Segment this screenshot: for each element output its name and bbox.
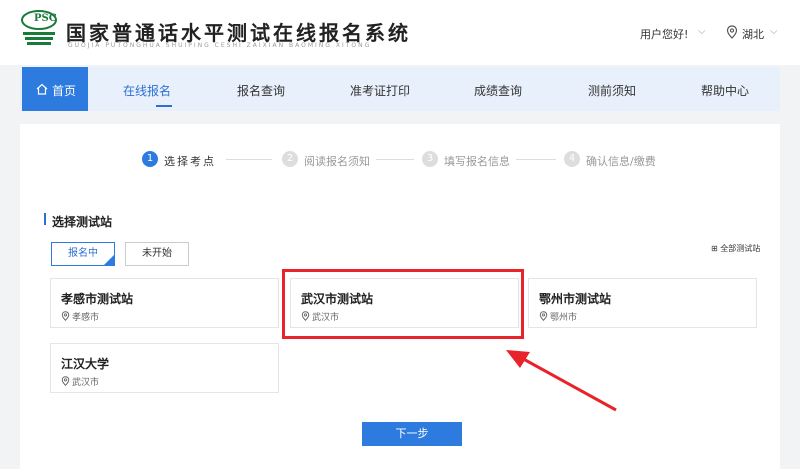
- user-greeting[interactable]: 用户您好!: [640, 26, 688, 42]
- step-2-number: 2: [282, 151, 298, 167]
- nav-online-registration[interactable]: 在线报名: [123, 82, 171, 99]
- nav-admission-ticket-print[interactable]: 准考证打印: [350, 82, 410, 99]
- step-4-label: 确认信息/缴费: [586, 155, 656, 168]
- main-nav: 首页 在线报名 报名查询 准考证打印 成绩查询 测前须知 帮助中心: [20, 67, 780, 111]
- logo-text: PSC: [34, 13, 57, 24]
- location-pin-icon: [539, 311, 548, 321]
- step-connector: [376, 159, 414, 160]
- nav-registration-query[interactable]: 报名查询: [237, 82, 285, 99]
- nav-home[interactable]: 首页: [22, 67, 88, 111]
- chevron-down-icon[interactable]: ⌵: [770, 26, 778, 37]
- psc-logo[interactable]: PSC: [20, 10, 58, 50]
- step-1-number: 1: [142, 151, 158, 167]
- step-2-label: 阅读报名须知: [304, 155, 370, 168]
- site-name: 鄂州市测试站: [539, 292, 612, 306]
- site-card-xiaogan[interactable]: 孝感市测试站 孝感市: [50, 278, 279, 328]
- filter-not-started-button[interactable]: 未开始: [125, 242, 189, 266]
- nav-home-label: 首页: [52, 84, 77, 98]
- section-accent-bar: [44, 213, 46, 225]
- site-subtitle: GUOJIA PUTONGHUA SHUIPING CESHI ZAIXIAN …: [68, 42, 372, 49]
- filter-registering-button[interactable]: 报名中: [51, 242, 115, 266]
- site-name: 孝感市测试站: [61, 292, 134, 306]
- site-city: 武汉市: [72, 378, 100, 388]
- site-card-jianghan-university[interactable]: 江汉大学 武汉市: [50, 343, 279, 393]
- step-1-label: 选择考点: [164, 155, 216, 168]
- grid-icon: ⊞: [711, 244, 721, 253]
- step-4-number: 4: [564, 151, 580, 167]
- step-3-number: 3: [422, 151, 438, 167]
- section-title: 选择测试站: [52, 215, 113, 229]
- step-connector: [226, 159, 272, 160]
- annotation-highlight-box: [282, 269, 524, 339]
- site-city: 鄂州市: [550, 313, 578, 323]
- annotation-arrow: [506, 350, 617, 412]
- nav-help-center[interactable]: 帮助中心: [701, 82, 749, 99]
- location-pin-icon: [61, 376, 70, 386]
- location-pin-icon: [726, 25, 738, 39]
- home-icon: [36, 83, 48, 95]
- location-selector[interactable]: 湖北: [742, 26, 764, 42]
- active-tab-indicator: [156, 105, 172, 107]
- site-name: 江汉大学: [61, 357, 110, 371]
- all-sites-link[interactable]: ⊞ 全部测试站: [711, 243, 760, 254]
- step-connector: [516, 159, 556, 160]
- site-card-ezhou[interactable]: 鄂州市测试站 鄂州市: [528, 278, 757, 328]
- next-step-button[interactable]: 下一步: [362, 422, 462, 446]
- all-sites-label: 全部测试站: [720, 244, 761, 253]
- chevron-down-icon[interactable]: ⌵: [698, 26, 706, 37]
- step-3-label: 填写报名信息: [444, 155, 510, 168]
- header: PSC 国家普通话水平测试在线报名系统 GUOJIA PUTONGHUA SHU…: [0, 0, 800, 65]
- nav-pre-test-notice[interactable]: 测前须知: [588, 82, 636, 99]
- nav-score-query[interactable]: 成绩查询: [474, 82, 522, 99]
- site-city: 孝感市: [72, 313, 100, 323]
- location-pin-icon: [61, 311, 70, 321]
